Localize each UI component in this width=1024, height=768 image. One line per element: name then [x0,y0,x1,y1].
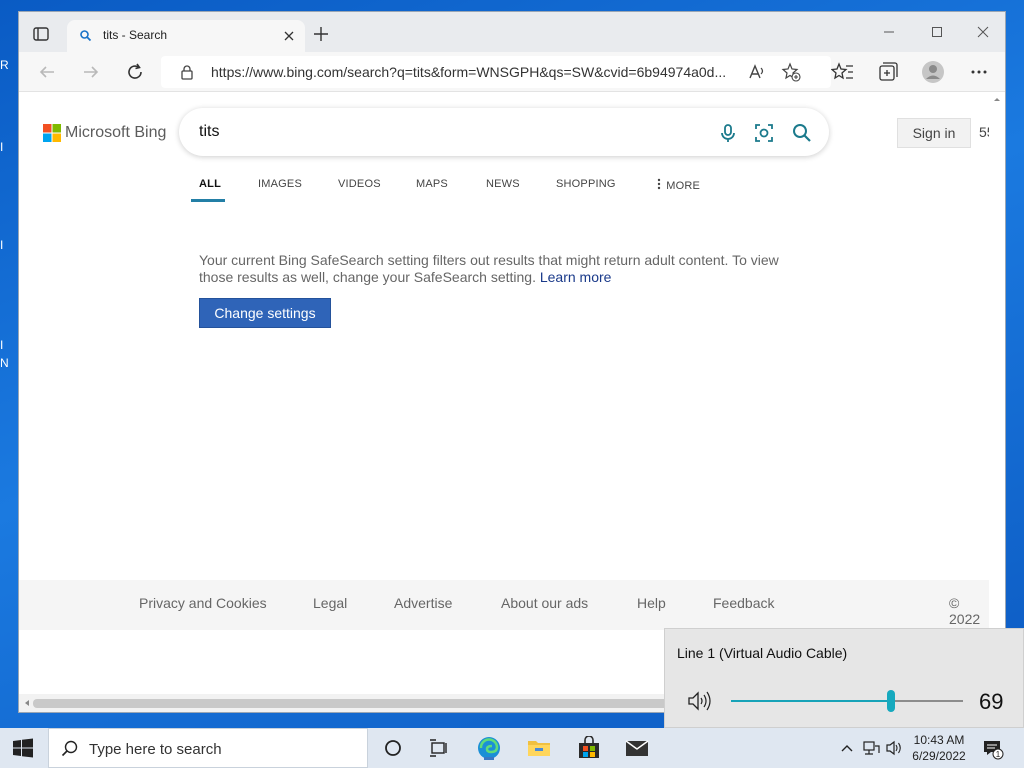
search-box[interactable]: tits [179,108,829,156]
favorites-icon[interactable] [830,60,855,84]
tab-strip: tits - Search [19,12,1005,52]
sign-in-button[interactable]: Sign in [897,118,971,148]
notification-count: 1 [996,750,1001,759]
tab-actions-icon[interactable] [31,24,51,44]
scroll-left-icon[interactable] [21,694,33,712]
tab-shopping[interactable]: SHOPPING [556,178,616,190]
add-favorite-icon[interactable] [781,62,801,82]
lock-icon[interactable] [179,64,195,80]
tab-maps[interactable]: MAPS [416,178,448,190]
task-view-icon[interactable] [426,736,452,760]
tab-title: tits - Search [103,28,168,42]
desktop-label-fragment: N [0,356,9,370]
volume-slider-fill [731,700,892,702]
search-submit-icon[interactable] [791,122,813,144]
tab-news[interactable]: NEWS [486,178,520,190]
new-tab-button[interactable] [311,24,331,44]
search-icon [61,740,79,758]
desktop-label-fragment: I [0,238,4,252]
microsoft-logo-icon [43,124,61,142]
url-text[interactable]: https://www.bing.com/search?q=tits&form=… [211,64,751,80]
microphone-icon[interactable] [717,122,739,144]
tab-bing-search[interactable]: tits - Search [67,20,305,52]
taskbar-search-box[interactable]: Type here to search [48,728,368,768]
vertical-scrollbar[interactable] [989,92,1005,696]
search-icon [79,29,93,43]
collections-icon[interactable] [875,60,899,84]
bing-logo-text: Microsoft Bing [65,124,167,141]
tab-images[interactable]: IMAGES [258,178,302,190]
tab-all[interactable]: ALL [199,178,221,190]
safesearch-notice: Your current Bing SafeSearch setting fil… [199,252,799,286]
visual-search-icon[interactable] [753,122,775,144]
taskbar-clock[interactable]: 10:43 AM 6/29/2022 [908,732,970,764]
back-arrow-icon[interactable] [35,60,59,84]
more-vertical-icon [657,178,661,190]
change-settings-button[interactable]: Change settings [199,298,331,328]
desktop-label-fragment: R [0,58,9,72]
close-icon[interactable] [281,28,297,44]
clock-date: 6/29/2022 [912,749,966,763]
bing-results-page: Microsoft Bing tits Sign in 55 ALL IMAGE… [19,92,995,696]
file-explorer-icon[interactable] [526,736,552,760]
volume-flyout: Line 1 (Virtual Audio Cable) 69 [664,628,1024,728]
forward-arrow-icon[interactable] [79,60,103,84]
close-window-button[interactable] [971,22,995,42]
refresh-icon[interactable] [123,60,147,84]
maximize-button[interactable] [925,22,949,42]
footer-link-about-ads[interactable]: About our ads [501,595,588,611]
footer-link-privacy[interactable]: Privacy and Cookies [139,595,267,611]
minimize-button[interactable] [877,22,901,42]
taskbar: Type here to search 10:43 AM 6/29/2022 1 [0,728,1024,768]
volume-slider[interactable] [731,690,963,712]
footer-link-advertise[interactable]: Advertise [394,595,452,611]
cortana-icon[interactable] [380,736,406,760]
speaker-icon[interactable] [687,690,713,712]
footer-link-legal[interactable]: Legal [313,595,347,611]
more-menu-icon[interactable] [967,60,991,84]
taskbar-search-placeholder[interactable]: Type here to search [89,741,222,758]
edge-browser-icon[interactable] [476,736,502,760]
desktop-label-fragment: I [0,140,4,154]
bing-logo[interactable]: Microsoft Bing [43,124,166,144]
scope-tabs: ALL IMAGES VIDEOS MAPS NEWS SHOPPING MOR… [19,178,819,204]
footer-link-feedback[interactable]: Feedback [713,595,774,611]
volume-icon[interactable] [886,740,904,756]
desktop-label-fragment: I [0,338,4,352]
read-aloud-icon[interactable] [747,62,767,82]
copyright: © 2022 [949,595,981,627]
tab-videos[interactable]: VIDEOS [338,178,381,190]
page-footer: Privacy and Cookies Legal Advertise Abou… [19,580,989,630]
notification-center-icon[interactable]: 1 [982,738,1004,760]
chevron-up-icon[interactable] [838,740,856,756]
browser-window: tits - Search https://www.bing.com/searc… [18,11,1006,713]
tab-more[interactable]: MORE [655,178,700,192]
clock-time: 10:43 AM [913,733,965,747]
learn-more-link[interactable]: Learn more [540,269,612,285]
microsoft-store-icon[interactable] [576,735,602,760]
address-bar: https://www.bing.com/search?q=tits&form=… [19,52,1005,92]
scroll-up-icon[interactable] [989,93,1005,105]
volume-level: 69 [979,689,1004,714]
safesearch-message: Your current Bing SafeSearch setting fil… [199,252,779,285]
mail-icon[interactable] [624,736,650,760]
horizontal-scroll-thumb[interactable] [33,699,693,708]
audio-device-name[interactable]: Line 1 (Virtual Audio Cable) [677,645,847,661]
windows-start-icon[interactable] [12,738,34,758]
url-field[interactable]: https://www.bing.com/search?q=tits&form=… [161,56,831,88]
tab-more-label: MORE [666,180,701,192]
active-tab-indicator [191,199,225,202]
volume-slider-thumb[interactable] [887,690,896,712]
footer-link-help[interactable]: Help [637,595,666,611]
network-icon[interactable] [862,740,880,756]
profile-avatar-icon[interactable] [921,60,945,84]
search-input[interactable]: tits [199,123,219,141]
